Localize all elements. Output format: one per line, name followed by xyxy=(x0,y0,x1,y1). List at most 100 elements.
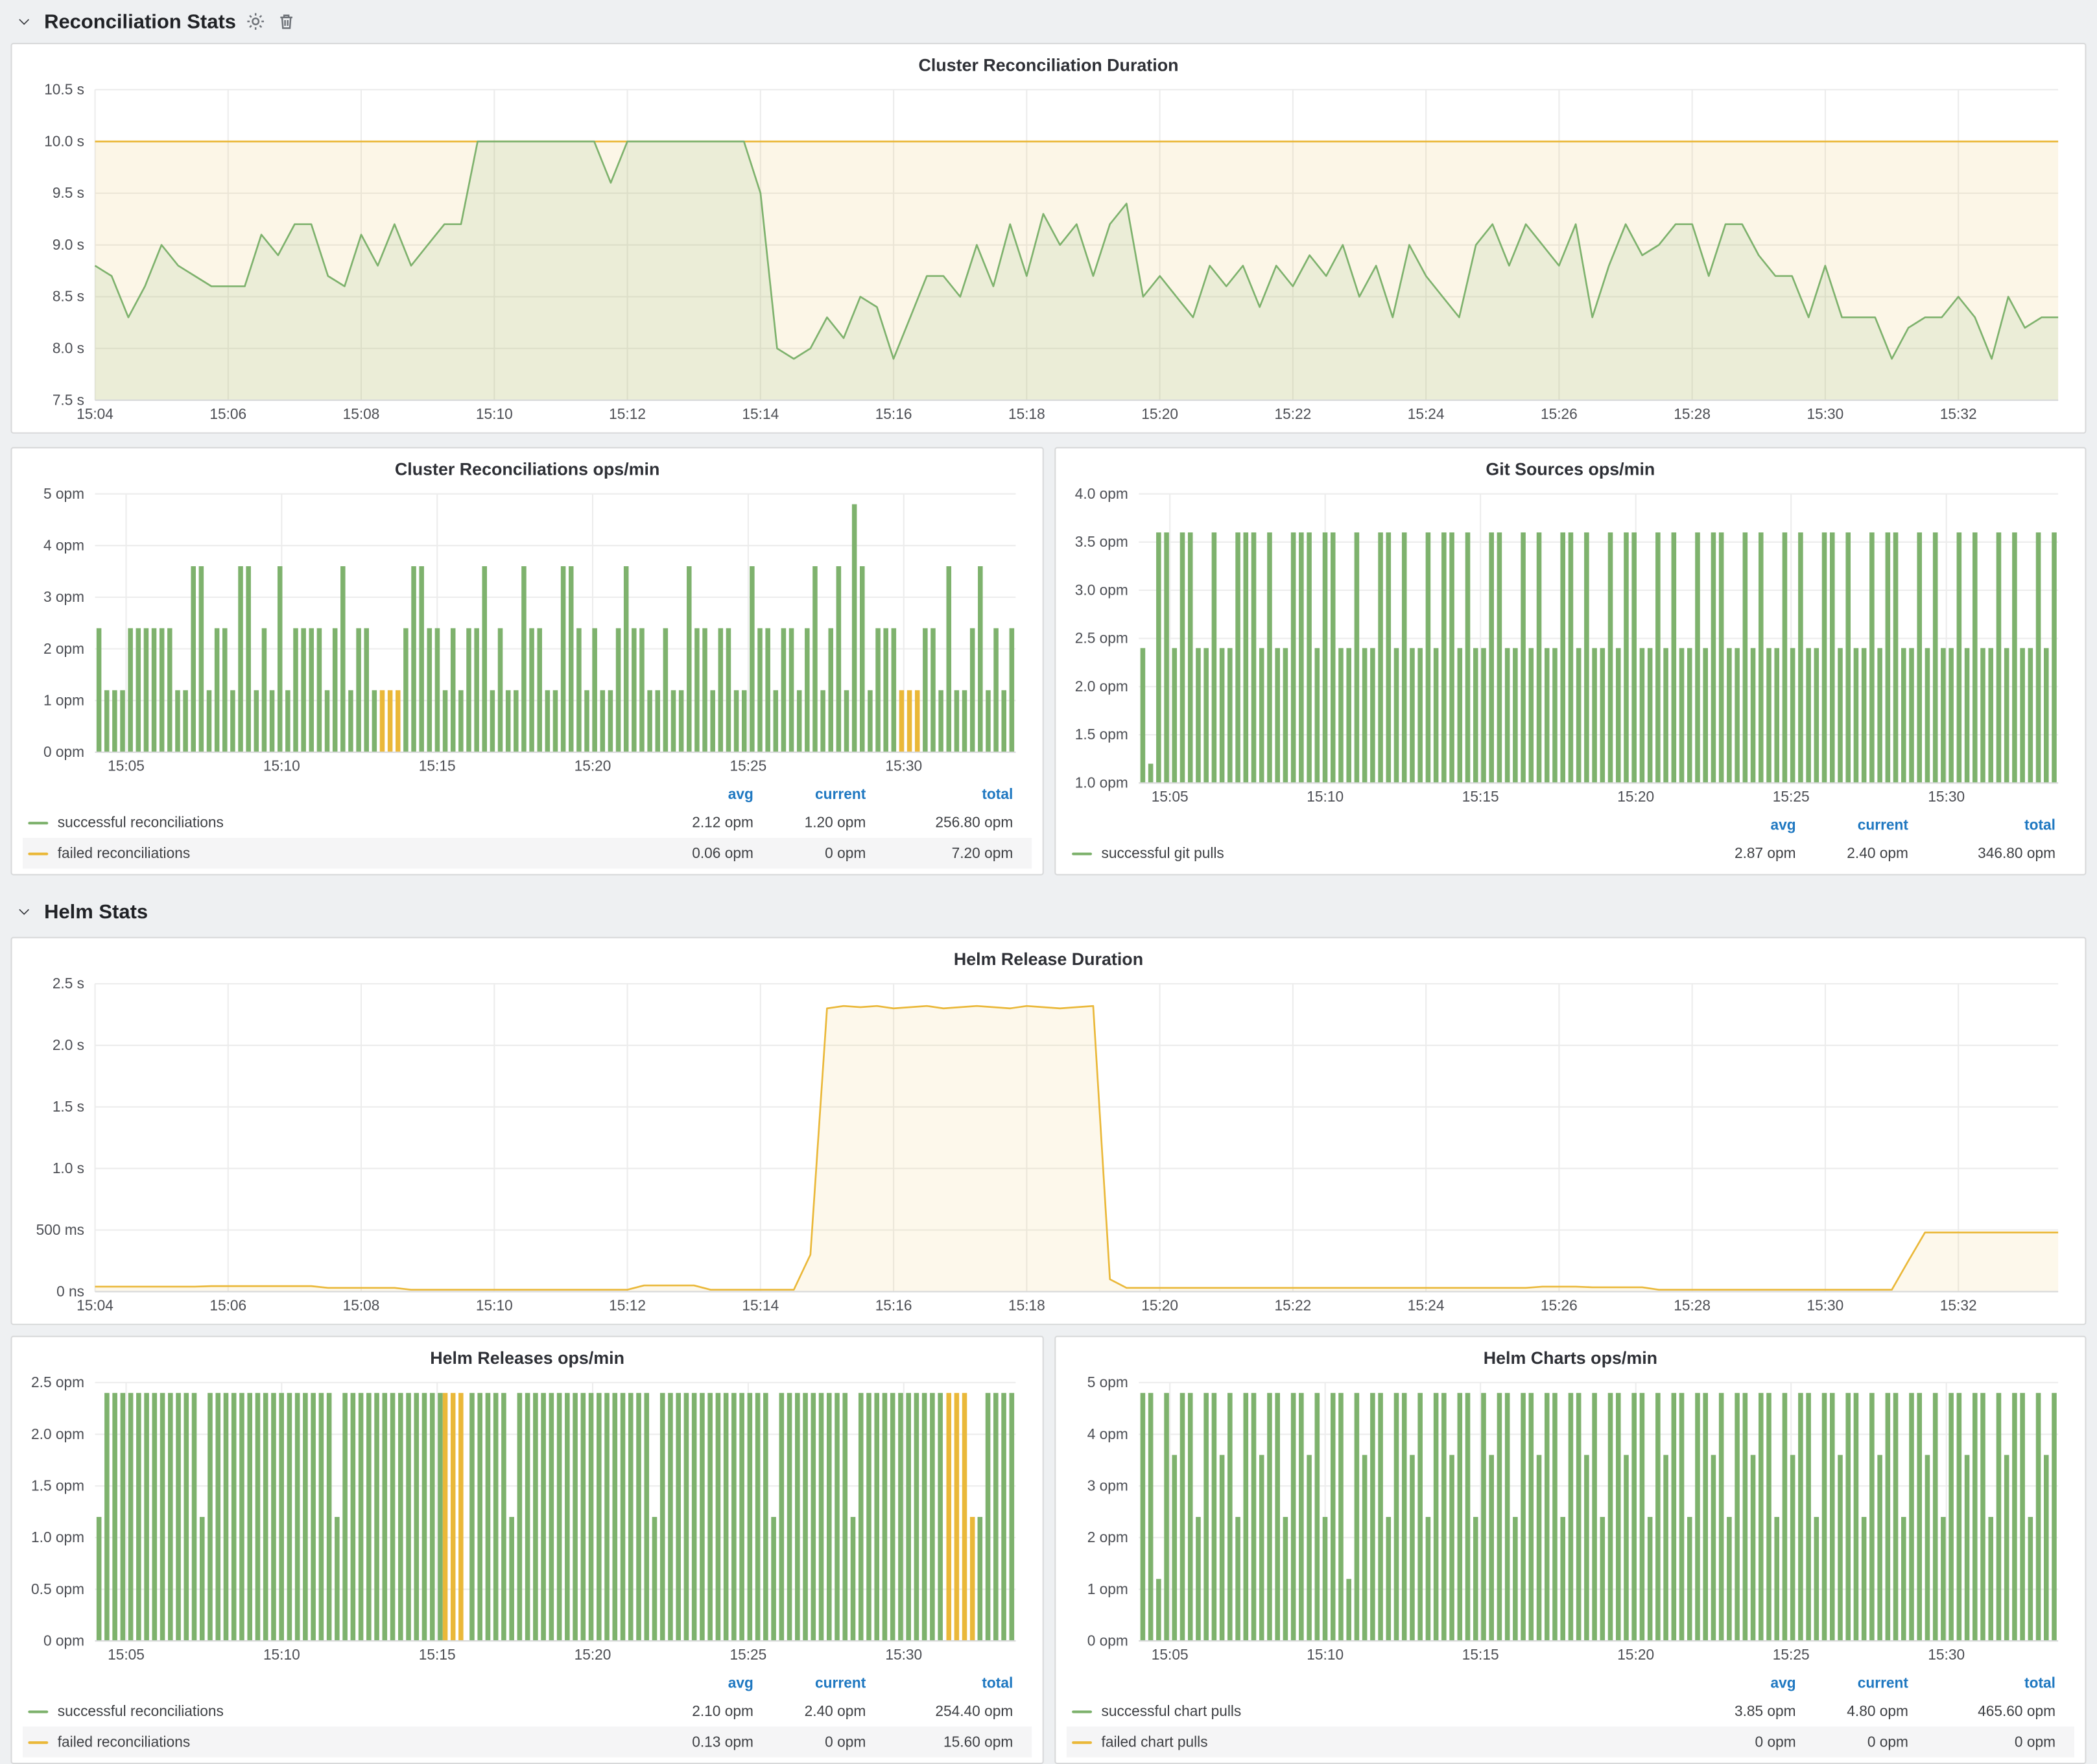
svg-text:15:10: 15:10 xyxy=(1307,1646,1344,1663)
chart-svg[interactable]: 0 ns500 ms1.0 s1.5 s2.0 s2.5 s15:0415:06… xyxy=(23,973,2074,1318)
cluster-reconciliations-opm-chart[interactable]: 0 opm1 opm2 opm3 opm4 opm5 opm15:0515:10… xyxy=(23,483,1032,779)
legend-row: successful git pulls 2.87 opm 2.40 opm 3… xyxy=(1067,838,2074,868)
panel-title[interactable]: Helm Releases ops/min xyxy=(23,1345,1032,1372)
svg-text:15:20: 15:20 xyxy=(1617,788,1654,805)
legend-col-current[interactable]: current xyxy=(753,786,866,802)
helm-release-duration-chart[interactable]: 0 ns500 ms1.0 s1.5 s2.0 s2.5 s15:0415:06… xyxy=(23,973,2074,1318)
current-value: 2.40 opm xyxy=(753,1703,866,1719)
svg-text:2.5 opm: 2.5 opm xyxy=(31,1374,84,1390)
panel-title[interactable]: Git Sources ops/min xyxy=(1067,457,2074,483)
svg-text:3.5 opm: 3.5 opm xyxy=(1075,533,1128,550)
legend-series-label[interactable]: failed reconciliations xyxy=(23,1734,633,1750)
series-name: failed reconciliations xyxy=(58,1734,190,1750)
legend-col-avg[interactable]: avg xyxy=(633,1675,753,1691)
series-color-swatch xyxy=(1072,1741,1092,1743)
legend-series-label[interactable]: successful reconciliations xyxy=(23,815,633,831)
legend-series-label[interactable]: failed reconciliations xyxy=(23,845,633,861)
svg-text:15:22: 15:22 xyxy=(1274,405,1311,422)
svg-text:15:28: 15:28 xyxy=(1674,405,1711,422)
panel-title[interactable]: Cluster Reconciliation Duration xyxy=(23,52,2074,78)
legend-header: avg current total xyxy=(1067,1671,2074,1696)
chart-svg[interactable]: 1.0 opm1.5 opm2.0 opm2.5 opm3.0 opm3.5 o… xyxy=(1067,483,2074,810)
legend-row: failed chart pulls 0 opm 0 opm 0 opm xyxy=(1067,1726,2074,1757)
section-title[interactable]: Helm Stats xyxy=(44,900,148,923)
legend-col-current[interactable]: current xyxy=(1796,1675,1908,1691)
legend-col-current[interactable]: current xyxy=(753,1675,866,1691)
chart-svg[interactable]: 0 opm1 opm2 opm3 opm4 opm5 opm15:0515:10… xyxy=(23,483,1032,779)
svg-text:15:10: 15:10 xyxy=(263,757,300,774)
series-color-swatch xyxy=(28,821,48,824)
cluster-reconciliation-duration-chart[interactable]: 7.5 s8.0 s8.5 s9.0 s9.5 s10.0 s10.5 s15:… xyxy=(23,79,2074,427)
legend-col-total[interactable]: total xyxy=(1908,1675,2056,1691)
current-value: 0 opm xyxy=(1796,1734,1908,1750)
chevron-down-icon[interactable] xyxy=(14,11,35,32)
avg-value: 0 opm xyxy=(1676,1734,1796,1750)
legend-row: failed reconciliations 0.06 opm 0 opm 7.… xyxy=(23,838,1032,868)
svg-text:8.5 s: 8.5 s xyxy=(53,288,84,305)
svg-text:15:20: 15:20 xyxy=(575,757,611,774)
svg-text:15:05: 15:05 xyxy=(1152,1646,1189,1663)
current-value: 0 opm xyxy=(753,845,866,861)
current-value: 4.80 opm xyxy=(1796,1703,1908,1719)
svg-text:15:26: 15:26 xyxy=(1541,1296,1578,1313)
legend-series-label[interactable]: successful git pulls xyxy=(1067,845,1676,861)
svg-text:15:12: 15:12 xyxy=(609,1296,646,1313)
legend-col-current[interactable]: current xyxy=(1796,817,1908,833)
svg-text:1.5 opm: 1.5 opm xyxy=(31,1477,84,1494)
svg-text:2.0 opm: 2.0 opm xyxy=(31,1425,84,1442)
legend-col-avg[interactable]: avg xyxy=(1676,817,1796,833)
chart-svg[interactable]: 0 opm0.5 opm1.0 opm1.5 opm2.0 opm2.5 opm… xyxy=(23,1372,1032,1667)
legend-col-total[interactable]: total xyxy=(1908,817,2056,833)
current-value: 0 opm xyxy=(753,1734,866,1750)
series-name: successful chart pulls xyxy=(1102,1703,1242,1719)
legend-series-label[interactable]: failed chart pulls xyxy=(1067,1734,1676,1750)
legend-series-label[interactable]: successful chart pulls xyxy=(1067,1703,1676,1719)
panel-title[interactable]: Cluster Reconciliations ops/min xyxy=(23,457,1032,483)
section-header-reconciliation-stats[interactable]: Reconciliation Stats xyxy=(11,0,2087,40)
series-name: successful reconciliations xyxy=(58,1703,224,1719)
section-title[interactable]: Reconciliation Stats xyxy=(44,10,236,32)
svg-text:15:08: 15:08 xyxy=(343,1296,380,1313)
series-color-swatch xyxy=(28,1741,48,1743)
avg-value: 2.12 opm xyxy=(633,815,753,831)
svg-text:2.0 opm: 2.0 opm xyxy=(1075,678,1128,695)
svg-text:15:14: 15:14 xyxy=(742,1296,779,1313)
svg-text:15:15: 15:15 xyxy=(1462,1646,1499,1663)
svg-text:15:10: 15:10 xyxy=(476,1296,513,1313)
trash-icon[interactable] xyxy=(276,11,298,32)
legend-col-avg[interactable]: avg xyxy=(633,786,753,802)
svg-text:15:20: 15:20 xyxy=(575,1646,611,1663)
git-sources-opm-chart[interactable]: 1.0 opm1.5 opm2.0 opm2.5 opm3.0 opm3.5 o… xyxy=(1067,483,2074,810)
chevron-down-icon[interactable] xyxy=(14,901,35,922)
svg-text:9.0 s: 9.0 s xyxy=(53,236,84,253)
section-header-helm-stats[interactable]: Helm Stats xyxy=(11,891,2087,929)
legend-col-total[interactable]: total xyxy=(866,1675,1013,1691)
panel-title[interactable]: Helm Release Duration xyxy=(23,946,2074,973)
panel-title[interactable]: Helm Charts ops/min xyxy=(1067,1345,2074,1372)
series-name: successful reconciliations xyxy=(58,815,224,831)
svg-text:15:30: 15:30 xyxy=(1928,1646,1965,1663)
svg-text:1 opm: 1 opm xyxy=(1087,1580,1128,1597)
total-value: 346.80 opm xyxy=(1908,845,2056,861)
svg-text:15:18: 15:18 xyxy=(1008,405,1045,422)
legend-series-label[interactable]: successful reconciliations xyxy=(23,1703,633,1719)
svg-text:15:30: 15:30 xyxy=(1807,1296,1844,1313)
legend-col-avg[interactable]: avg xyxy=(1676,1675,1796,1691)
chart-svg[interactable]: 0 opm1 opm2 opm3 opm4 opm5 opm15:0515:10… xyxy=(1067,1372,2074,1667)
svg-text:3 opm: 3 opm xyxy=(43,588,84,605)
svg-text:4 opm: 4 opm xyxy=(43,536,84,553)
svg-text:1.5 s: 1.5 s xyxy=(53,1098,84,1115)
svg-text:15:24: 15:24 xyxy=(1408,1296,1445,1313)
avg-value: 0.13 opm xyxy=(633,1734,753,1750)
svg-text:8.0 s: 8.0 s xyxy=(53,339,84,356)
total-value: 7.20 opm xyxy=(866,845,1013,861)
total-value: 254.40 opm xyxy=(866,1703,1013,1719)
helm-releases-opm-chart[interactable]: 0 opm0.5 opm1.0 opm1.5 opm2.0 opm2.5 opm… xyxy=(23,1372,1032,1667)
series-color-swatch xyxy=(1072,1710,1092,1713)
svg-text:2.5 s: 2.5 s xyxy=(53,975,84,992)
svg-text:15:04: 15:04 xyxy=(77,1296,113,1313)
gear-icon[interactable] xyxy=(245,11,267,32)
chart-svg[interactable]: 7.5 s8.0 s8.5 s9.0 s9.5 s10.0 s10.5 s15:… xyxy=(23,79,2074,427)
helm-charts-opm-chart[interactable]: 0 opm1 opm2 opm3 opm4 opm5 opm15:0515:10… xyxy=(1067,1372,2074,1667)
legend-col-total[interactable]: total xyxy=(866,786,1013,802)
